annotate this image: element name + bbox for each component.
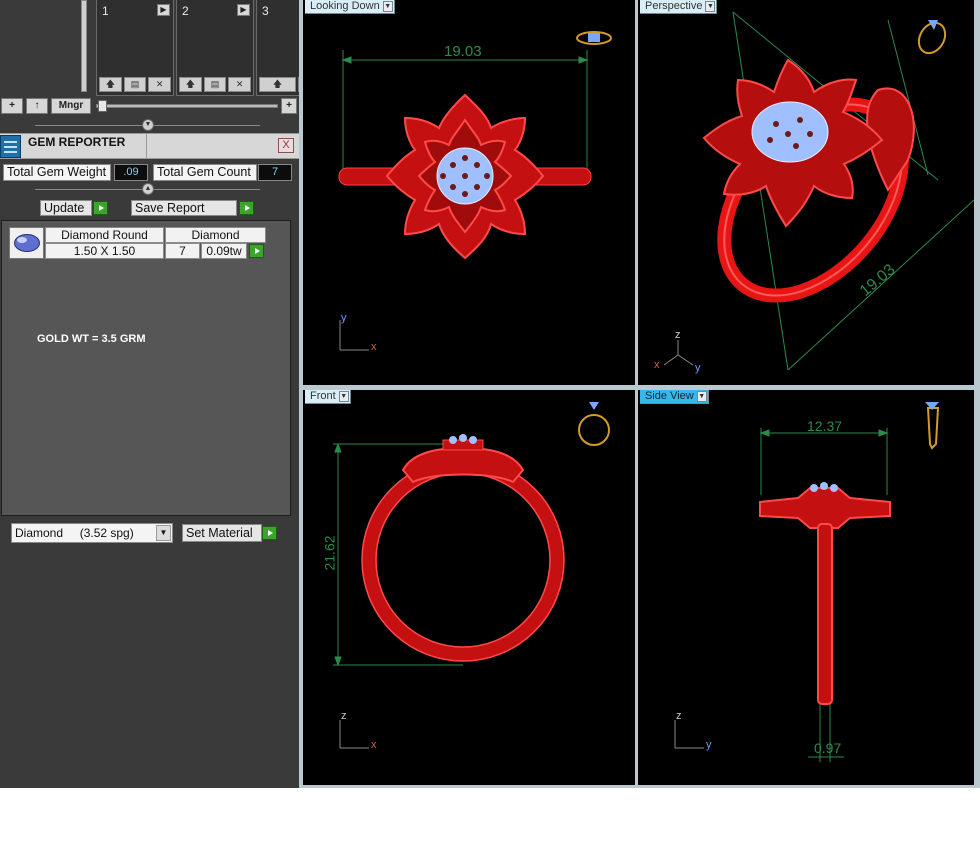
gem-count: 7: [165, 243, 200, 259]
slot-label: 2: [182, 4, 189, 18]
collapse-icon[interactable]: ▼: [142, 119, 154, 131]
tab-front[interactable]: Front ▼: [305, 390, 351, 404]
axis-z-label: z: [675, 329, 681, 341]
viewport-area: Looking Down ▼ 19.03 y x Perspective ▼ 1…: [299, 0, 980, 788]
dimension-bottom: 0.97: [814, 740, 842, 756]
slot-3[interactable]: 3 🡅 ▤: [256, 0, 299, 96]
slot-2[interactable]: 2 ▶ 🡅 ▤ ✕: [176, 0, 254, 96]
gem-reporter-header: GEM REPORTER X: [0, 133, 299, 159]
gem-weight: 0.09tw: [201, 243, 247, 259]
tab-looking-down[interactable]: Looking Down ▼: [305, 0, 395, 14]
slider-thumb[interactable]: [98, 100, 107, 112]
viewport-side-view[interactable]: Side View ▼ 12.37 0.97 z y: [638, 390, 974, 785]
slot-slider[interactable]: [96, 100, 278, 112]
slot-label: 3: [262, 4, 269, 18]
slot-label: 1: [102, 4, 109, 18]
gem-reporter-panel: 1 ▶ 🡅 ▤ ✕ 2 ▶ 🡅 ▤ ✕ 3 🡅 ▤ + ↑ Mngr + ▼: [0, 0, 299, 788]
gem-size: 1.50 X 1.50: [45, 243, 164, 259]
total-gem-weight-value: .09: [114, 164, 148, 181]
chevron-down-icon[interactable]: ▼: [156, 525, 171, 541]
chevron-down-icon[interactable]: ▼: [705, 1, 716, 12]
gem-reporter-icon: [0, 135, 21, 158]
total-gem-count-value: 7: [258, 164, 292, 181]
viewport-label: Looking Down: [310, 0, 380, 12]
panel-title: GEM REPORTER: [28, 135, 126, 149]
collapse-icon[interactable]: ▲: [142, 183, 154, 195]
manager-button[interactable]: Mngr: [51, 98, 91, 114]
plus-button[interactable]: +: [281, 98, 297, 114]
axis-x-label: x: [371, 341, 377, 353]
chevron-down-icon[interactable]: ▼: [382, 1, 393, 12]
viewport-front[interactable]: Front ▼ 21.62 z x: [303, 390, 635, 785]
perspective-render: [663, 11, 974, 371]
close-button[interactable]: X: [278, 138, 294, 153]
play-icon[interactable]: ▶: [157, 4, 170, 16]
axis-y-label: y: [341, 312, 347, 324]
chevron-down-icon[interactable]: ▼: [696, 391, 707, 402]
delete-icon[interactable]: ✕: [148, 77, 172, 92]
delete-icon[interactable]: ✕: [228, 77, 252, 92]
dimension-width: 19.03: [444, 43, 482, 60]
material-select[interactable]: Diamond (3.52 spg) ▼: [11, 523, 173, 543]
front-view-render: [333, 402, 610, 749]
gold-weight-note: GOLD WT = 3.5 GRM: [37, 333, 146, 345]
axis-y-label: y: [706, 739, 712, 751]
tab-perspective[interactable]: Perspective ▼: [640, 0, 718, 14]
save-report-go-icon[interactable]: [239, 201, 254, 215]
gem-material: Diamond: [165, 227, 266, 243]
set-material-go-icon[interactable]: [262, 526, 277, 540]
save-report-button[interactable]: Save Report: [131, 200, 237, 216]
total-gem-count-label: Total Gem Count: [153, 164, 257, 181]
play-icon[interactable]: ▶: [237, 4, 250, 16]
move-up-icon[interactable]: 🡅: [99, 77, 122, 92]
up-button[interactable]: ↑: [26, 98, 48, 114]
axis-y-label: y: [695, 362, 701, 374]
viewport-label: Front: [310, 390, 336, 402]
axis-z-label: z: [676, 710, 682, 722]
viewport-label: Perspective: [645, 0, 703, 12]
total-gem-weight-label: Total Gem Weight: [3, 164, 111, 181]
update-go-icon[interactable]: [93, 201, 108, 215]
axis-x-label: x: [371, 739, 377, 751]
gem-list: Diamond Round Diamond 1.50 X 1.50 7 0.09…: [1, 220, 291, 516]
set-material-button[interactable]: Set Material: [182, 524, 262, 542]
viewport-perspective[interactable]: Perspective ▼ 19.03 z x y: [638, 0, 974, 385]
save-icon[interactable]: ▤: [203, 77, 227, 92]
update-button[interactable]: Update: [40, 200, 92, 216]
toolbar-scrollbar[interactable]: [78, 0, 90, 96]
gem-shape: Diamond Round: [45, 227, 164, 243]
slot-1[interactable]: 1 ▶ 🡅 ▤ ✕: [96, 0, 174, 96]
viewport-label: Side View: [645, 390, 694, 402]
axis-x-label: x: [654, 359, 660, 371]
material-select-value: Diamond (3.52 spg): [15, 526, 134, 540]
tab-side-view[interactable]: Side View ▼: [640, 390, 709, 404]
axis-z-label: z: [341, 710, 347, 722]
viewport-looking-down[interactable]: Looking Down ▼ 19.03 y x: [303, 0, 635, 385]
side-view-render: [674, 402, 940, 762]
move-up-icon[interactable]: 🡅: [259, 77, 296, 92]
diamond-round-icon: [9, 227, 44, 259]
chevron-down-icon[interactable]: ▼: [338, 391, 349, 402]
dimension-top: 12.37: [807, 418, 843, 434]
dimension-height: 21.62: [321, 535, 338, 571]
gem-row-go-icon[interactable]: [249, 244, 264, 258]
add-button[interactable]: +: [1, 98, 23, 114]
save-icon[interactable]: ▤: [123, 77, 147, 92]
move-up-icon[interactable]: 🡅: [179, 77, 202, 92]
